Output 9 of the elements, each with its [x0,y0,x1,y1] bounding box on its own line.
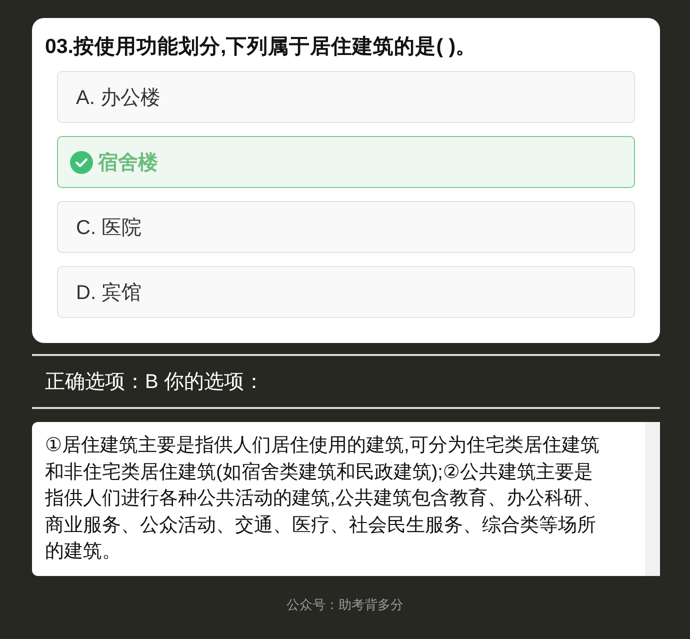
answer-option[interactable]: D. 宾馆 [57,266,635,318]
check-circle-icon [70,150,93,174]
answer-result-text: 正确选项：B 你的选项： [45,370,264,395]
footer-text: 公众号：助考背多分 [286,596,404,614]
answer-option[interactable]: A. 办公楼 [57,71,635,123]
explanation-text: ①居住建筑主要是指供人们居住使用的建筑,可分为住宅类居住建筑和非住宅类居住建筑(如宿舍类建筑和民政建筑);②公共建筑主要是指供人们进行各种公共活动的建筑,公共建筑包含教育、办公科研、商业服务、公众活动、交通、医疗、社会民生服务、综合类等场所的建筑。 [44,434,602,564]
scrollbar-track[interactable] [645,422,660,576]
question-title: 03.按使用功能划分,下列属于居住建筑的是( )。 [45,34,478,60]
answer-option[interactable]: C. 医院 [57,201,635,253]
